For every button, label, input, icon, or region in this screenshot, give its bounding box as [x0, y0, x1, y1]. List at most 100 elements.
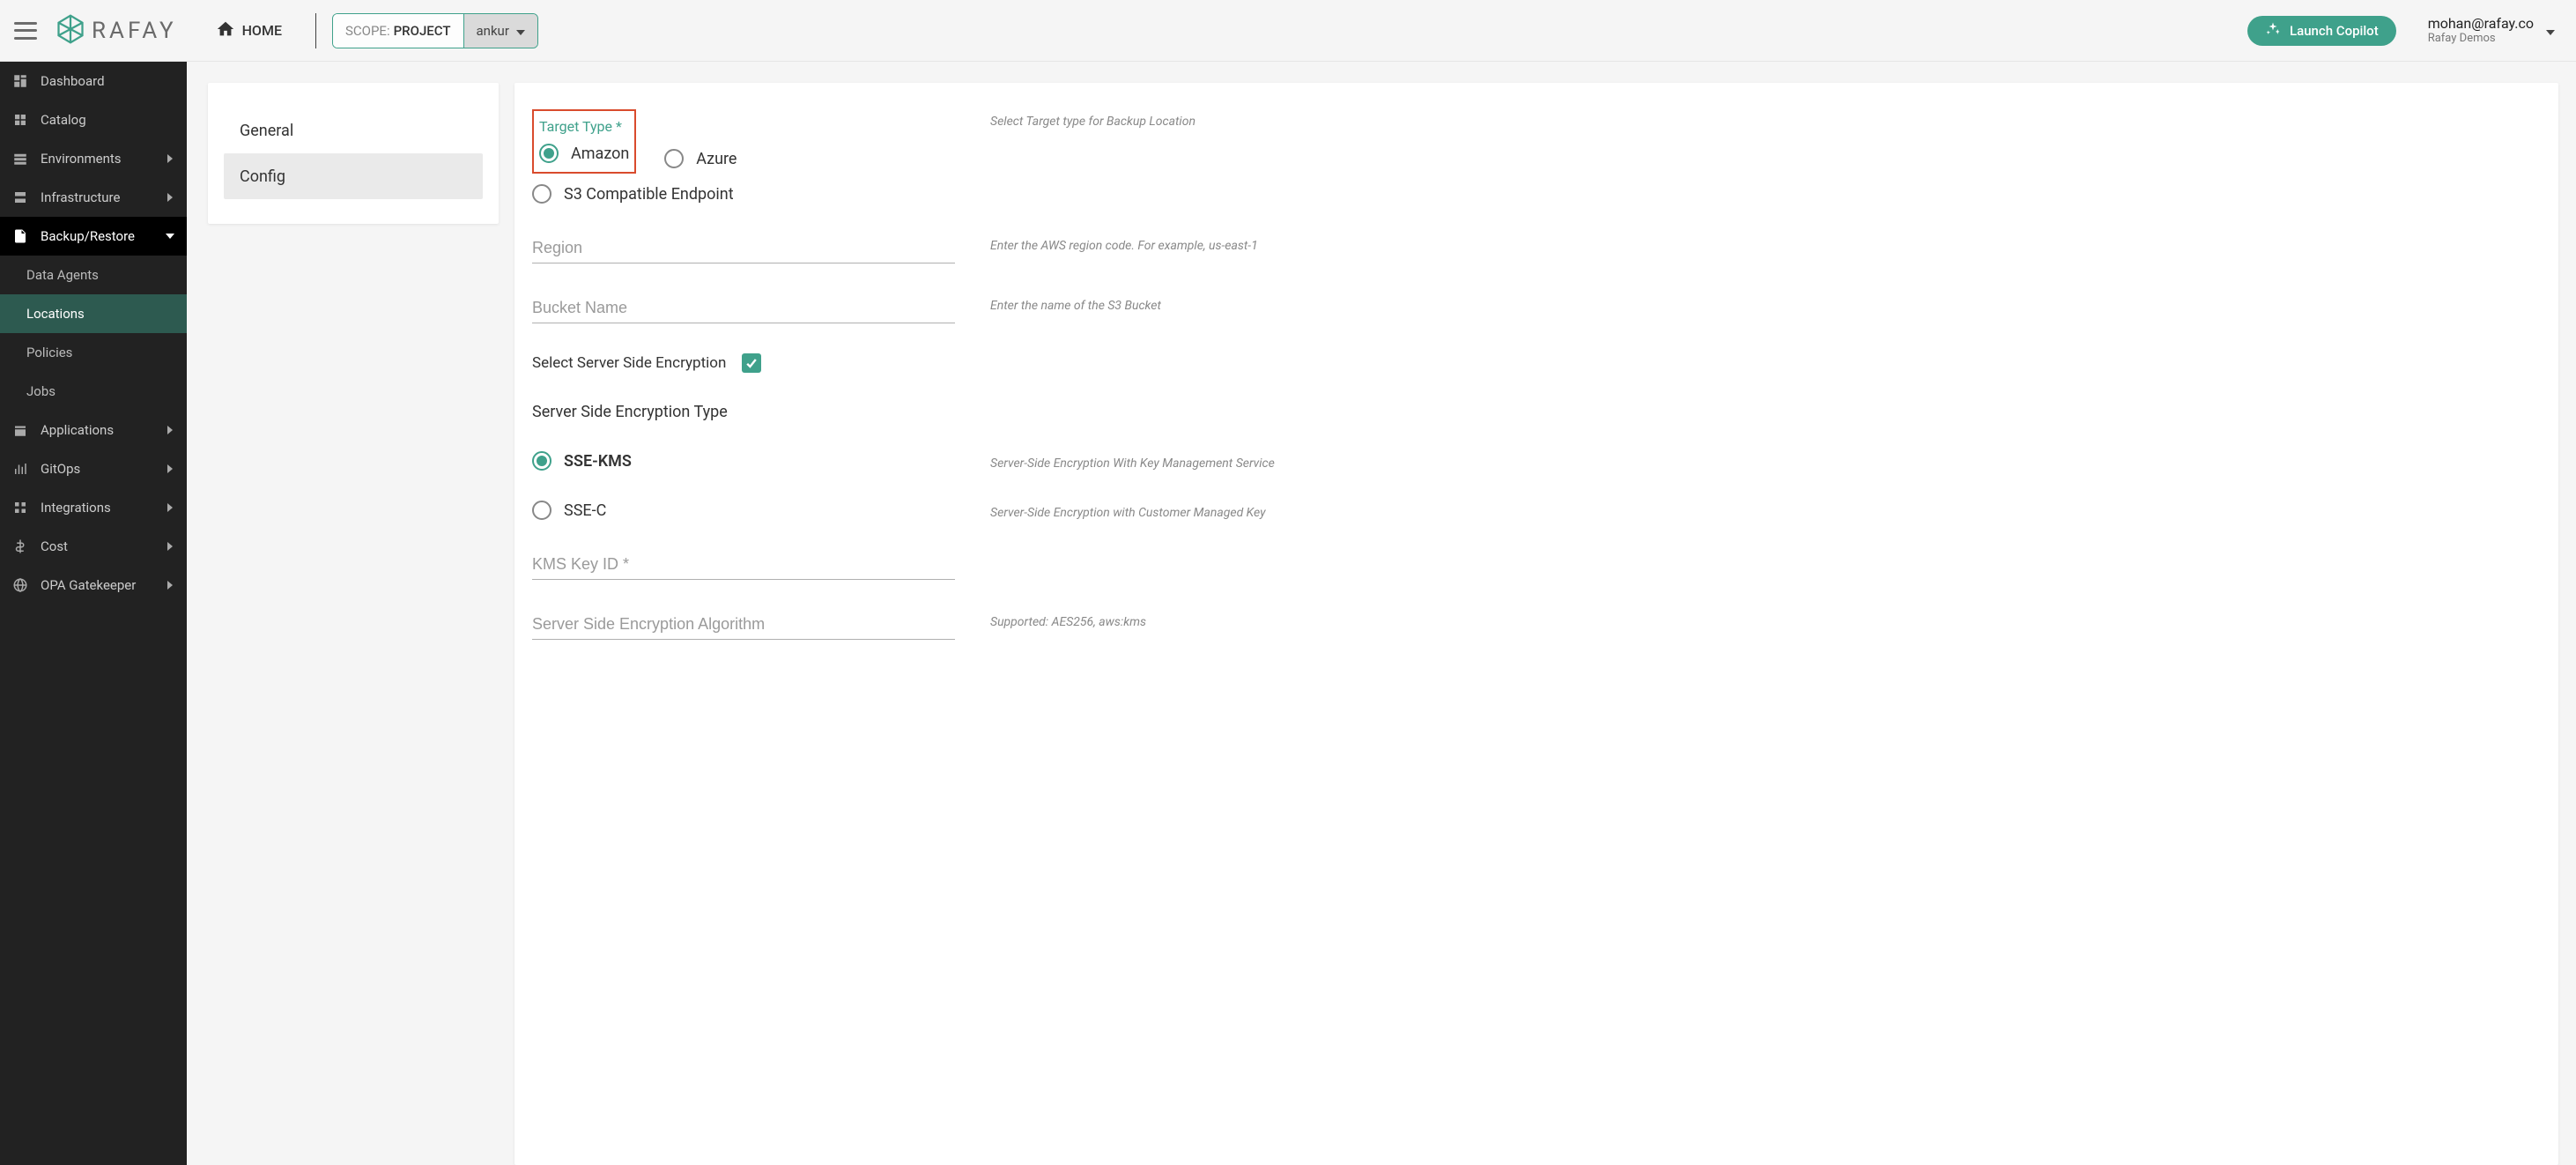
subtab-general[interactable]: General: [224, 108, 483, 153]
integrations-icon: [12, 500, 28, 516]
sidebar-item-backup-restore[interactable]: Backup/Restore: [0, 217, 187, 256]
target-type-s3compat-radio[interactable]: S3 Compatible Endpoint: [532, 184, 955, 204]
config-form-panel: Target Type * Amazon Azure: [514, 83, 2558, 1165]
cost-icon: [12, 538, 28, 554]
user-menu[interactable]: mohan@rafay.co Rafay Demos: [2428, 15, 2562, 46]
target-type-amazon-radio[interactable]: Amazon: [539, 144, 629, 163]
catalog-icon: [12, 112, 28, 128]
sse-algo-field: [532, 610, 955, 640]
bucket-input[interactable]: [532, 293, 955, 323]
sidebar-subitem-jobs[interactable]: Jobs: [0, 372, 187, 411]
chevron-right-icon: [166, 189, 174, 205]
sse-kms-radio[interactable]: SSE-KMS: [532, 451, 955, 471]
sparkle-icon: [2265, 21, 2281, 41]
chevron-right-icon: [166, 151, 174, 167]
scope-label: SCOPE: PROJECT: [333, 14, 463, 48]
sidebar-subitem-data-agents[interactable]: Data Agents: [0, 256, 187, 294]
user-org: Rafay Demos: [2428, 32, 2534, 46]
scope-selector: SCOPE: PROJECT ankur: [332, 13, 538, 48]
sidebar-item-label: Backup/Restore: [41, 228, 135, 244]
topbar: RAFAY HOME SCOPE: PROJECT ankur Launch C…: [0, 0, 2576, 62]
target-type-help: Select Target type for Backup Location: [990, 109, 2541, 129]
caret-down-icon: [516, 23, 525, 39]
region-input[interactable]: [532, 234, 955, 263]
sidebar-subitem-policies[interactable]: Policies: [0, 333, 187, 372]
sidebar-item-label: Catalog: [41, 112, 86, 128]
sidebar-item-label: Applications: [41, 422, 114, 438]
sidebar-subitem-locations[interactable]: Locations: [0, 294, 187, 333]
backup-icon: [12, 228, 28, 244]
bucket-help: Enter the name of the S3 Bucket: [990, 293, 2541, 313]
chevron-right-icon: [166, 577, 174, 593]
launch-copilot-button[interactable]: Launch Copilot: [2247, 16, 2396, 46]
chevron-right-icon: [166, 461, 174, 477]
chevron-right-icon: [166, 500, 174, 516]
scope-project-dropdown[interactable]: ankur: [463, 14, 537, 48]
kms-key-input[interactable]: [532, 550, 955, 580]
sidebar-item-dashboard[interactable]: Dashboard: [0, 62, 187, 100]
sidebar-item-label: Cost: [41, 538, 68, 554]
radio-label: S3 Compatible Endpoint: [564, 185, 734, 204]
sidebar-item-catalog[interactable]: Catalog: [0, 100, 187, 139]
sidebar-item-infrastructure[interactable]: Infrastructure: [0, 178, 187, 217]
caret-down-icon: [2546, 22, 2555, 39]
scope-project-name: ankur: [477, 23, 509, 39]
bucket-field: [532, 293, 955, 323]
target-type-highlight: Target Type * Amazon: [532, 109, 636, 174]
applications-icon: [12, 422, 28, 438]
subtabs-card: General Config: [208, 83, 499, 224]
target-type-label: Target Type *: [539, 118, 629, 135]
chevron-down-icon: [166, 228, 174, 244]
target-type-field: Target Type * Amazon Azure: [532, 109, 955, 204]
divider: [315, 13, 316, 48]
radio-label: Azure: [696, 150, 737, 168]
home-icon: [216, 19, 235, 42]
sidebar: Dashboard Catalog Environments Infrastru…: [0, 62, 187, 1165]
sidebar-item-cost[interactable]: Cost: [0, 527, 187, 566]
sse-checkbox[interactable]: [742, 353, 761, 373]
infrastructure-icon: [12, 189, 28, 205]
sse-type-label: Server Side Encryption Type: [532, 403, 2541, 421]
scope-prefix: SCOPE:: [345, 23, 390, 39]
sse-algo-input[interactable]: [532, 610, 955, 640]
sidebar-item-label: Environments: [41, 151, 122, 167]
sidebar-item-label: Infrastructure: [41, 189, 120, 205]
environments-icon: [12, 151, 28, 167]
subtab-config[interactable]: Config: [224, 153, 483, 199]
rafay-logo-icon: [55, 13, 86, 48]
sidebar-item-environments[interactable]: Environments: [0, 139, 187, 178]
chevron-right-icon: [166, 422, 174, 438]
scope-value: PROJECT: [394, 23, 451, 39]
sidebar-item-label: Integrations: [41, 500, 111, 516]
dashboard-icon: [12, 73, 28, 89]
chevron-right-icon: [166, 538, 174, 554]
gitops-icon: [12, 461, 28, 477]
main-content: General Config Target Type * Amazon: [187, 62, 2576, 1165]
user-email: mohan@rafay.co: [2428, 15, 2534, 32]
sidebar-item-integrations[interactable]: Integrations: [0, 488, 187, 527]
radio-label: Amazon: [571, 145, 629, 163]
sidebar-item-applications[interactable]: Applications: [0, 411, 187, 449]
sse-checkbox-row: Select Server Side Encryption: [532, 353, 2541, 373]
target-type-azure-radio[interactable]: Azure: [664, 149, 737, 168]
sse-algo-help: Supported: AES256, aws:kms: [990, 610, 2541, 629]
brand-logo[interactable]: RAFAY: [55, 13, 177, 48]
sse-c-radio[interactable]: SSE-C: [532, 501, 955, 520]
home-link[interactable]: HOME: [198, 19, 300, 42]
sse-kms-help: Server-Side Encryption With Key Manageme…: [990, 451, 2541, 471]
home-label: HOME: [242, 22, 282, 39]
sidebar-item-gitops[interactable]: GitOps: [0, 449, 187, 488]
sidebar-item-label: Dashboard: [41, 73, 105, 89]
sidebar-item-opa-gatekeeper[interactable]: OPA Gatekeeper: [0, 566, 187, 605]
sse-checkbox-label: Select Server Side Encryption: [532, 354, 726, 372]
sidebar-item-label: OPA Gatekeeper: [41, 577, 136, 593]
region-field: [532, 234, 955, 263]
region-help: Enter the AWS region code. For example, …: [990, 234, 2541, 253]
kms-key-field: [532, 550, 955, 580]
menu-toggle-button[interactable]: [14, 22, 37, 40]
radio-label: SSE-KMS: [564, 452, 632, 471]
sse-c-help: Server-Side Encryption with Customer Man…: [990, 501, 2541, 520]
brand-text: RAFAY: [92, 18, 177, 44]
opa-icon: [12, 577, 28, 593]
copilot-label: Launch Copilot: [2290, 23, 2379, 39]
